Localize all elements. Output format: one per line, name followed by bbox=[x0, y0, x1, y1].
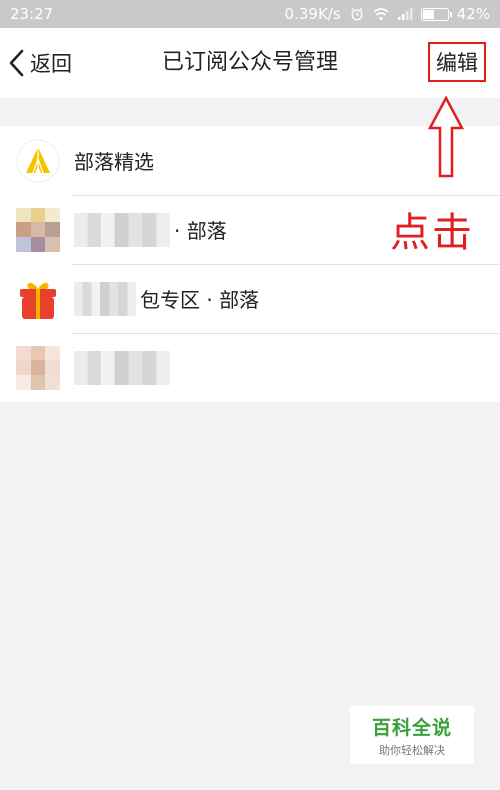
list-item-label-wrap: · 部落 bbox=[74, 212, 227, 247]
mosaic-avatar bbox=[16, 207, 60, 252]
edit-button[interactable]: 编辑 bbox=[428, 42, 486, 82]
signal-icon bbox=[397, 8, 413, 20]
subscription-list: 部落精选 · 部落 包专区 · 部落 bbox=[0, 126, 500, 402]
network-speed: 0.39K/s bbox=[284, 5, 341, 23]
list-item-label-wrap: 包专区 · 部落 bbox=[74, 281, 260, 316]
list-item-label: 部落精选 bbox=[74, 150, 154, 174]
gift-icon bbox=[16, 277, 60, 321]
wifi-icon bbox=[373, 8, 389, 21]
status-bar: 23:27 0.39K/s 42% bbox=[0, 0, 500, 28]
list-item[interactable]: 包专区 · 部落 bbox=[0, 264, 500, 333]
chevron-left-icon bbox=[9, 49, 24, 77]
blurred-text bbox=[74, 212, 170, 247]
watermark-logo: 百科全说 助你轻松解决 bbox=[350, 706, 474, 764]
watermark-subtitle: 助你轻松解决 bbox=[379, 743, 445, 757]
watermark-title: 百科全说 bbox=[371, 716, 452, 739]
tent-icon bbox=[16, 138, 60, 183]
alarm-icon bbox=[350, 7, 363, 21]
list-item[interactable]: 部落精选 bbox=[0, 126, 500, 195]
status-time: 23:27 bbox=[10, 5, 54, 23]
mosaic-avatar bbox=[16, 345, 60, 390]
blurred-text bbox=[74, 281, 136, 316]
list-item-label-wrap bbox=[74, 350, 174, 385]
list-item[interactable] bbox=[0, 333, 500, 402]
list-item-label: · 部落 bbox=[174, 219, 227, 243]
list-item-label: 包专区 · 部落 bbox=[140, 288, 260, 312]
page-title: 已订阅公众号管理 bbox=[161, 50, 338, 75]
nav-bar: 返回 已订阅公众号管理 编辑 bbox=[0, 28, 500, 98]
status-icons: 0.39K/s 42% bbox=[285, 5, 490, 23]
back-label: 返回 bbox=[30, 52, 72, 76]
blurred-text bbox=[74, 350, 170, 385]
annotation-label: 点击 bbox=[390, 210, 474, 256]
battery-icon bbox=[420, 7, 452, 21]
back-button[interactable]: 返回 bbox=[6, 28, 72, 98]
battery-percent: 42% bbox=[456, 5, 490, 23]
